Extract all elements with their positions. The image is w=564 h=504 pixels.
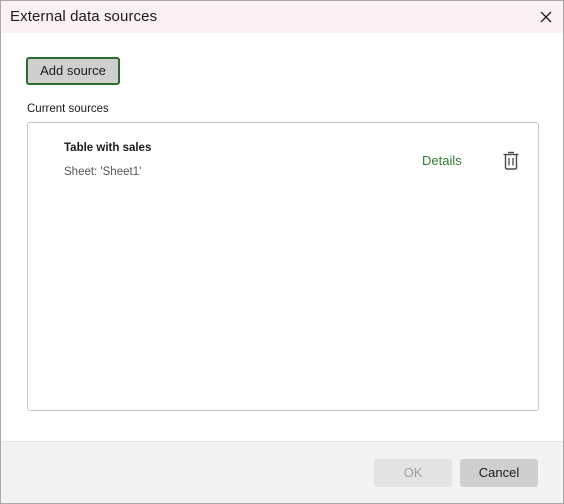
sources-list: Table with sales Sheet: 'Sheet1' Details — [27, 122, 539, 411]
external-data-sources-dialog: External data sources Add source Current… — [0, 0, 564, 504]
dialog-titlebar: External data sources — [1, 1, 563, 33]
source-sheet: Sheet: 'Sheet1' — [64, 166, 142, 178]
dialog-title: External data sources — [10, 8, 158, 25]
source-name: Table with sales — [64, 142, 152, 154]
add-source-button[interactable]: Add source — [26, 57, 120, 85]
close-icon — [540, 11, 552, 23]
delete-source-button[interactable] — [502, 150, 520, 170]
close-button[interactable] — [533, 4, 559, 30]
dialog-footer: OK Cancel — [1, 441, 563, 503]
details-link[interactable]: Details — [422, 153, 462, 168]
ok-button[interactable]: OK — [374, 459, 452, 487]
cancel-button[interactable]: Cancel — [460, 459, 538, 487]
trash-icon — [503, 151, 519, 170]
current-sources-label: Current sources — [27, 103, 109, 115]
